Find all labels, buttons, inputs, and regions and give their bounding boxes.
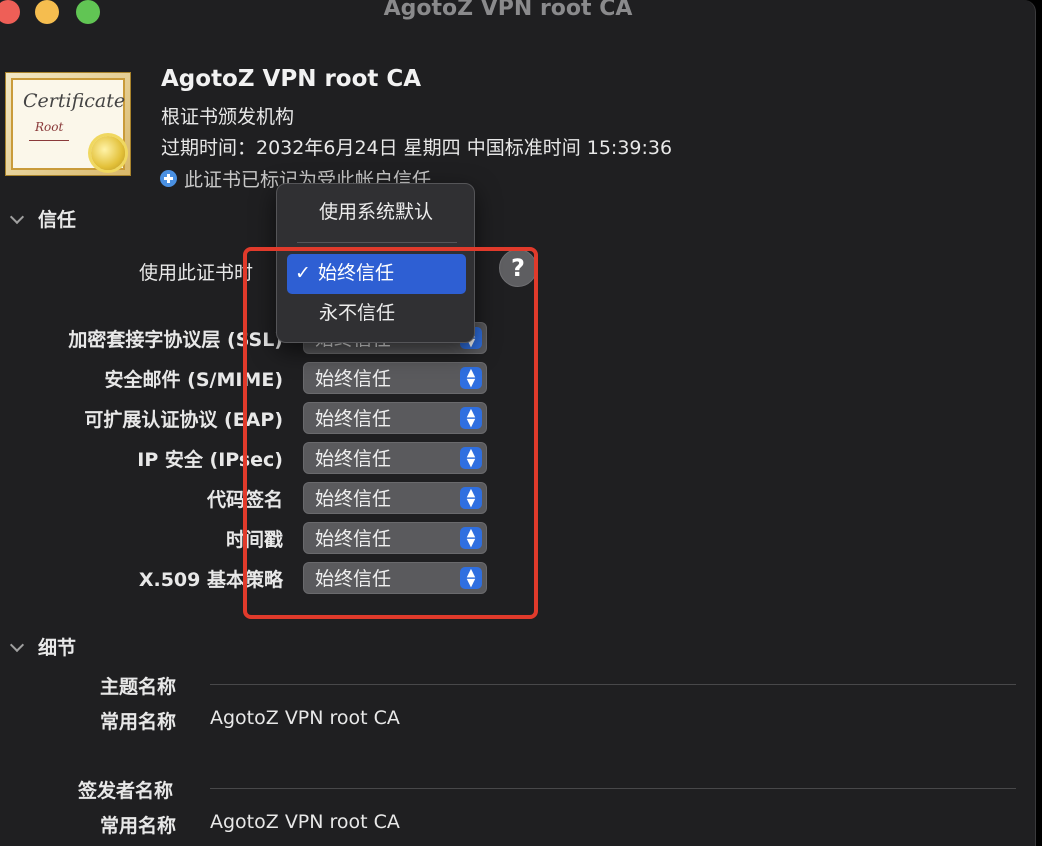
subject-common-name-value: AgotoZ VPN root CA: [210, 707, 400, 729]
highlight-box: [243, 247, 538, 619]
seal-icon: [91, 136, 125, 170]
certificate-kind: 根证书颁发机构: [161, 106, 295, 128]
issuer-common-name-value: AgotoZ VPN root CA: [210, 811, 400, 833]
plus-icon: [160, 170, 177, 187]
issuer-name-heading: 签发者名称: [78, 780, 174, 802]
certificate-icon: Certificate Root: [5, 72, 131, 176]
trust-section-label: 信任: [38, 209, 77, 231]
certificate-window: AgotoZ VPN root CA Certificate Root Agot…: [0, 0, 1036, 846]
chevron-down-icon: [9, 637, 25, 652]
subject-common-name-label: 常用名称: [100, 711, 177, 733]
menu-separator: [297, 242, 457, 243]
details-section-header[interactable]: 细节: [8, 633, 76, 660]
trust-section-header[interactable]: 信任: [8, 205, 76, 232]
subject-name-heading: 主题名称: [100, 676, 177, 698]
window-title: AgotoZ VPN root CA: [383, 0, 633, 21]
certificate-expiry: 过期时间：2032年6月24日 星期四 中国标准时间 15:39:36: [161, 137, 673, 159]
issuer-common-name-label: 常用名称: [100, 815, 177, 837]
details-section-label: 细节: [38, 637, 77, 659]
chevron-down-icon: [9, 209, 25, 224]
divider: [210, 684, 1016, 685]
divider: [210, 788, 1016, 789]
menu-item-system-default[interactable]: 使用系统默认: [287, 193, 466, 233]
when-using-label: 使用此证书时: [139, 262, 254, 284]
certificate-icon-word: Certificate: [23, 90, 126, 112]
title-bar: AgotoZ VPN root CA: [0, 0, 1035, 26]
certificate-icon-subword: Root: [35, 120, 64, 134]
certificate-name: AgotoZ VPN root CA: [161, 66, 422, 92]
